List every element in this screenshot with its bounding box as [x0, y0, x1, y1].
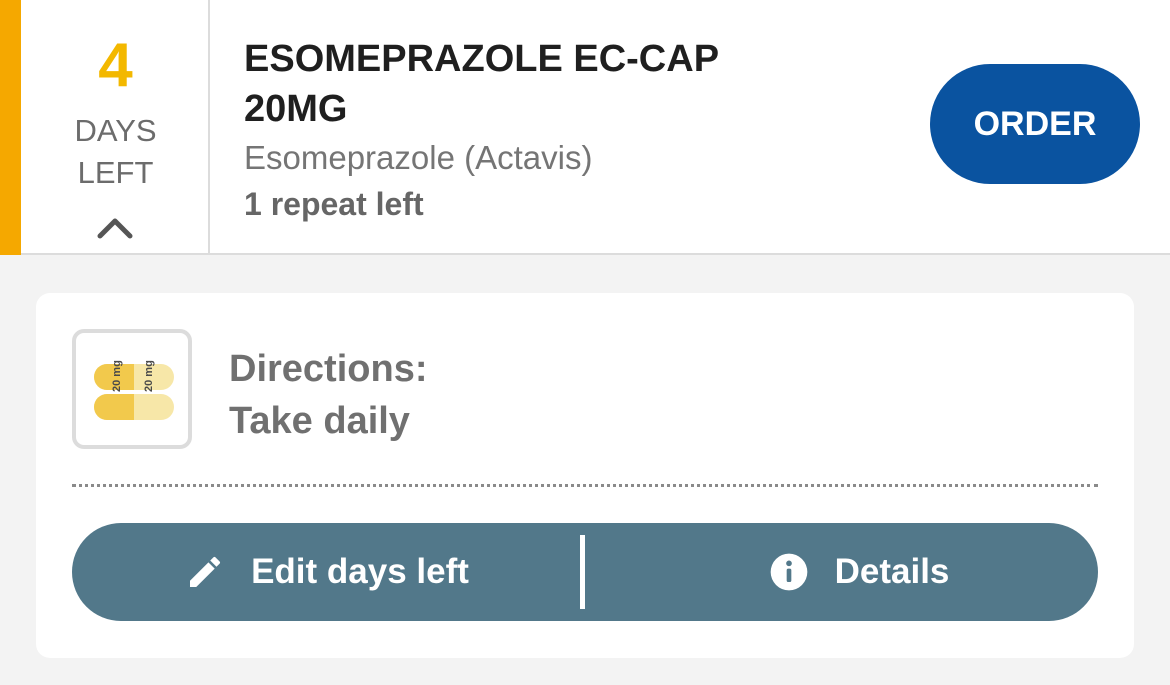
medication-name: ESOMEPRAZOLE EC-CAP 20MG	[244, 34, 804, 134]
days-left-count: 4	[98, 31, 133, 100]
action-separator	[580, 535, 585, 609]
edit-days-left-label: Edit days left	[251, 552, 469, 591]
info-icon	[770, 553, 807, 591]
chevron-up-icon[interactable]	[97, 212, 133, 242]
directions-heading: Directions:	[229, 348, 428, 390]
pencil-icon	[190, 556, 221, 587]
order-button[interactable]: ORDER	[930, 64, 1140, 184]
repeats-remaining: 1 repeat left	[244, 186, 424, 222]
details-label: Details	[834, 552, 950, 591]
medication-summary-card[interactable]: 4 DAYS LEFT ESOMEPRAZOLE EC-CAP 20MG Eso…	[0, 0, 1170, 255]
pill-imprint-1: 20 mg	[111, 360, 123, 392]
directions: Directions: Take daily	[229, 343, 427, 447]
generic-name: Esomeprazole (Actavis)	[244, 139, 593, 176]
days-left-label: DAYS LEFT	[21, 110, 210, 194]
directions-text: Take daily	[229, 400, 410, 442]
pill-imprint-2: 20 mg	[143, 360, 155, 392]
action-bar: Edit days left Details	[72, 523, 1098, 621]
edit-days-left-button[interactable]: Edit days left	[72, 523, 582, 621]
capsule-icon: 20 mg 20 mg	[94, 360, 174, 420]
dotted-divider	[72, 484, 1098, 487]
days-left-panel[interactable]: 4 DAYS LEFT	[21, 0, 210, 253]
medication-name-line-2: 20MG	[244, 88, 348, 130]
medication-image: 20 mg 20 mg	[72, 329, 192, 449]
days-label-line-2: LEFT	[77, 155, 154, 190]
days-label-line-1: DAYS	[74, 113, 157, 148]
details-button[interactable]: Details	[620, 523, 1098, 621]
status-accent-bar	[0, 0, 21, 255]
medication-name-line-1: ESOMEPRAZOLE EC-CAP	[244, 38, 720, 80]
medication-detail-card: 20 mg 20 mg Directions: Take daily Edit …	[36, 293, 1134, 658]
